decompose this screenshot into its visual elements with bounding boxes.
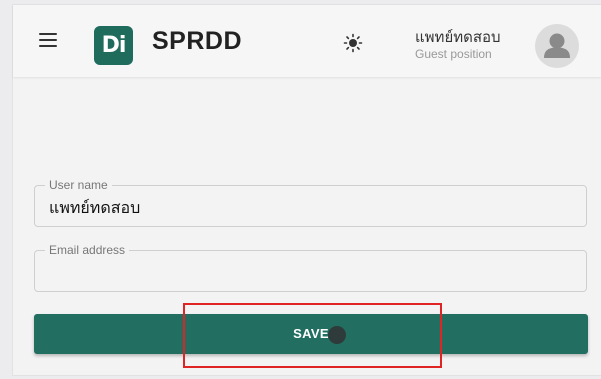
save-button-label: SAVE [293, 326, 329, 341]
username-label: User name [45, 178, 112, 192]
app-title: SPRDD [152, 27, 243, 55]
email-label: Email address [45, 243, 130, 257]
email-field[interactable]: Email address [34, 243, 587, 292]
user-position: Guest position [415, 47, 492, 61]
sun-icon[interactable] [343, 33, 363, 53]
email-input[interactable] [49, 261, 569, 285]
username-field[interactable]: User name [34, 178, 587, 227]
app-logo: Di [94, 26, 133, 65]
person-icon[interactable] [535, 24, 579, 68]
save-button[interactable]: SAVE [34, 314, 588, 354]
hamburger-menu-icon[interactable] [39, 33, 57, 47]
username-input[interactable] [49, 196, 569, 220]
user-display-name: แพทย์ทดสอบ [415, 28, 501, 46]
app-window: Di SPRDD แพทย์ทดสอบ Guest position User … [12, 4, 601, 376]
top-app-bar: Di SPRDD แพทย์ทดสอบ Guest position [13, 5, 601, 77]
touch-cursor-indicator [328, 326, 346, 344]
